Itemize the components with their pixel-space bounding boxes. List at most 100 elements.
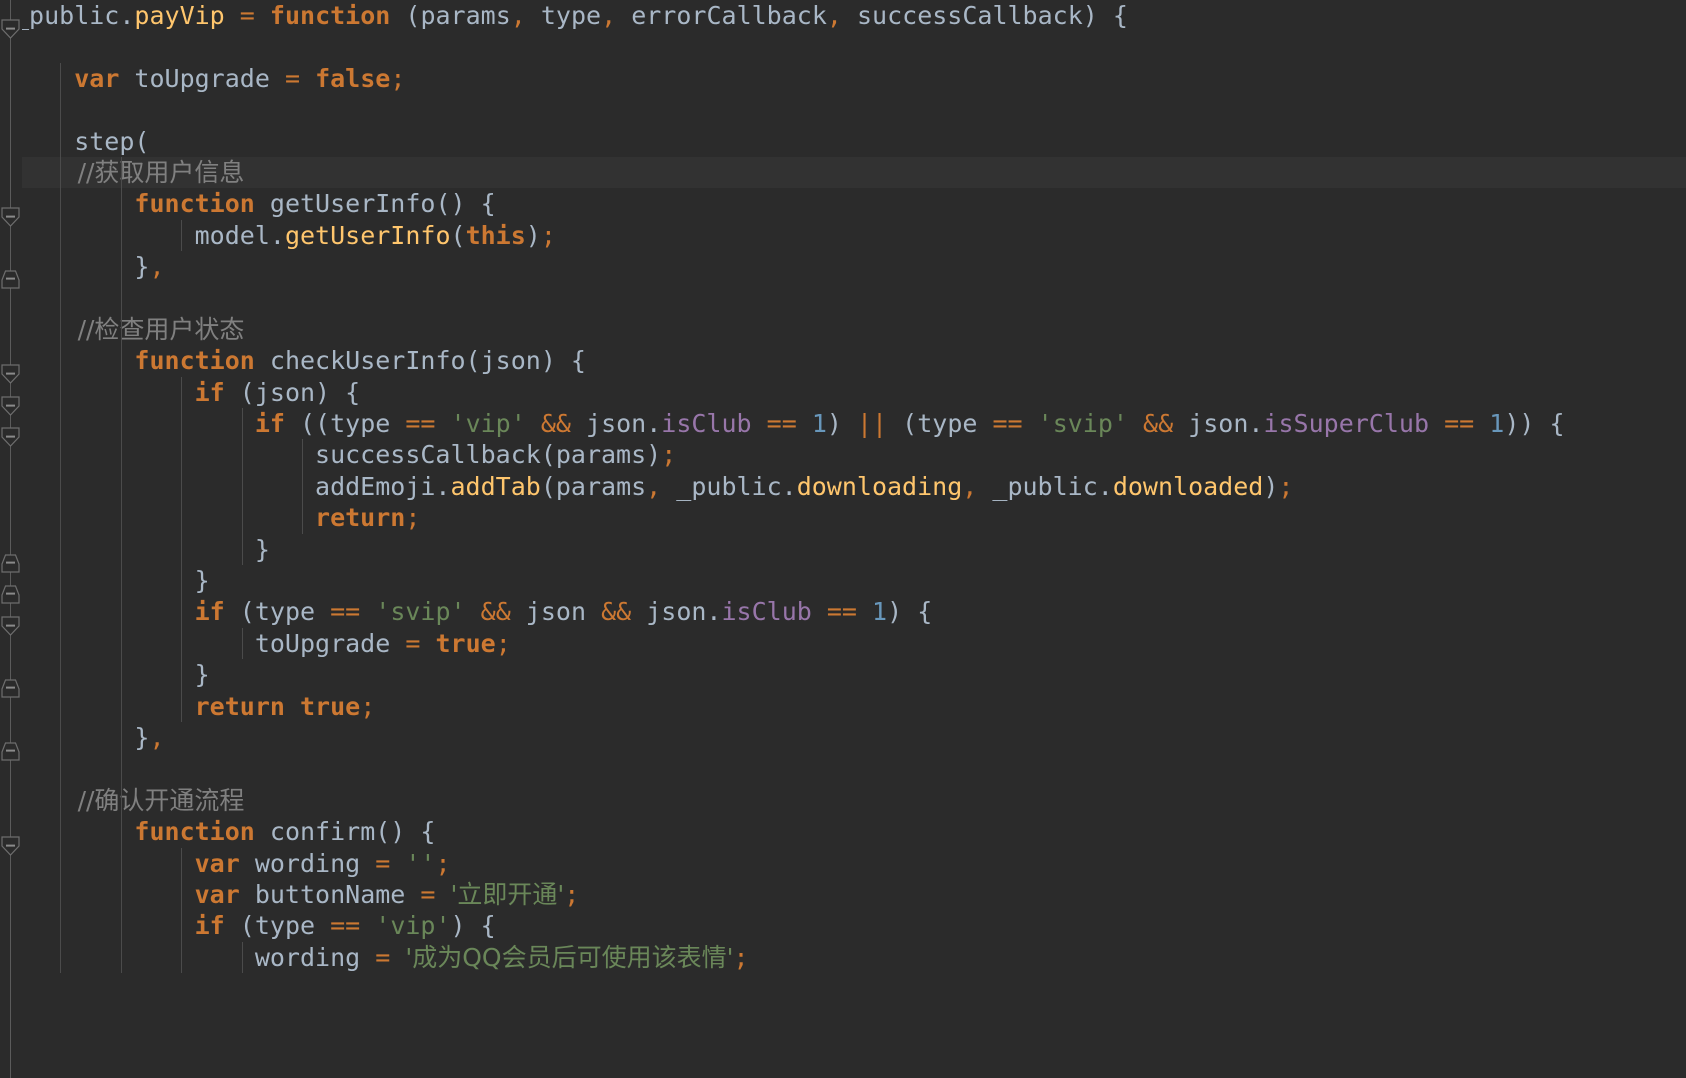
token-def bbox=[14, 817, 134, 846]
token-kw: false bbox=[315, 63, 391, 93]
code-line[interactable]: }, bbox=[0, 721, 1686, 754]
gutter-rail bbox=[10, 0, 11, 1078]
token-def: step( bbox=[14, 126, 150, 156]
token-def: ) { bbox=[450, 911, 496, 941]
indent-guide bbox=[121, 282, 122, 314]
code-line[interactable]: return; bbox=[0, 502, 1686, 534]
token-def: (json) { bbox=[224, 377, 361, 407]
code-editor-view[interactable]: _public.payVip = function (params, type,… bbox=[0, 0, 1686, 1078]
token-def bbox=[14, 378, 195, 407]
token-fn: payVip bbox=[134, 1, 225, 30]
token-semi: && bbox=[601, 597, 632, 627]
fold-arrow-up-icon[interactable] bbox=[0, 740, 21, 761]
indent-guide bbox=[121, 753, 122, 785]
token-semi: ; bbox=[360, 691, 376, 721]
code-line[interactable]: var buttonName = '立即开通'; bbox=[0, 878, 1686, 911]
token-semi: , bbox=[826, 1, 842, 30]
token-semi: = bbox=[375, 848, 391, 878]
token-def: toUpgrade bbox=[119, 63, 285, 93]
token-str: '立即开通' bbox=[450, 879, 565, 909]
code-line[interactable]: return true; bbox=[0, 690, 1686, 722]
token-def: getUserInfo() { bbox=[254, 189, 496, 219]
token-def bbox=[857, 597, 872, 626]
token-semi: && bbox=[540, 409, 571, 439]
code-line[interactable]: model.getUserInfo(this); bbox=[0, 219, 1686, 252]
fold-arrow-down-icon[interactable] bbox=[0, 206, 21, 227]
token-semi: , bbox=[601, 1, 617, 30]
code-line[interactable]: //获取用户信息 bbox=[0, 156, 1686, 189]
code-line[interactable]: function getUserInfo() { bbox=[0, 188, 1686, 220]
code-line[interactable] bbox=[0, 31, 1686, 62]
code-line[interactable] bbox=[0, 753, 1686, 785]
code-line[interactable]: function confirm() { bbox=[0, 816, 1686, 848]
token-kw: true bbox=[300, 691, 361, 721]
code-line[interactable]: addEmoji.addTab(params, _public.download… bbox=[0, 470, 1686, 503]
token-def bbox=[420, 629, 435, 658]
code-line[interactable]: wording = '成为QQ会员后可使用该表情'; bbox=[0, 941, 1686, 974]
token-def: ((type bbox=[284, 409, 406, 439]
token-kw: function bbox=[134, 817, 255, 847]
token-def bbox=[360, 911, 375, 940]
token-def bbox=[14, 64, 74, 93]
fold-arrow-up-icon[interactable] bbox=[0, 677, 21, 698]
token-kw: if bbox=[194, 911, 225, 941]
token-num: 1 bbox=[1489, 409, 1505, 439]
token-def: errorCallback bbox=[616, 1, 827, 30]
code-line[interactable]: if (type == 'vip') { bbox=[0, 910, 1686, 942]
fold-arrow-down-icon[interactable] bbox=[0, 363, 21, 384]
token-def bbox=[14, 503, 315, 532]
token-semi: || bbox=[857, 409, 888, 439]
token-def: } bbox=[14, 534, 270, 564]
token-def: } bbox=[14, 722, 150, 752]
fold-arrow-up-icon[interactable] bbox=[0, 583, 21, 604]
code-line[interactable]: } bbox=[0, 659, 1686, 691]
code-line[interactable]: _public.payVip = function (params, type,… bbox=[0, 0, 1686, 31]
fold-arrow-up-icon[interactable] bbox=[0, 268, 21, 289]
code-line[interactable]: toUpgrade = true; bbox=[0, 627, 1686, 660]
token-def bbox=[797, 409, 812, 438]
folding-gutter[interactable] bbox=[0, 0, 22, 1078]
fold-arrow-down-icon[interactable] bbox=[0, 835, 21, 856]
code-line[interactable]: successCallback(params); bbox=[0, 439, 1686, 471]
token-def bbox=[1128, 409, 1143, 438]
token-def bbox=[1429, 409, 1444, 438]
code-line[interactable]: } bbox=[0, 565, 1686, 597]
token-def: _public. bbox=[14, 1, 135, 30]
token-def: buttonName bbox=[239, 879, 421, 909]
token-str: 'svip' bbox=[375, 597, 466, 627]
code-line[interactable] bbox=[0, 94, 1686, 126]
fold-arrow-down-icon[interactable] bbox=[0, 426, 21, 447]
token-semi: ; bbox=[540, 220, 556, 250]
code-line[interactable]: //确认开通流程 bbox=[0, 784, 1686, 817]
token-semi: , bbox=[149, 252, 165, 282]
code-line[interactable]: function checkUserInfo(json) { bbox=[0, 345, 1686, 377]
token-def: ( bbox=[450, 220, 466, 250]
code-line[interactable]: if ((type == 'vip' && json.isClub == 1) … bbox=[0, 408, 1686, 440]
token-def: } bbox=[14, 252, 150, 282]
code-line[interactable]: var wording = ''; bbox=[0, 847, 1686, 879]
token-kw: return bbox=[194, 691, 285, 721]
code-line[interactable]: } bbox=[0, 533, 1686, 566]
fold-arrow-up-icon[interactable] bbox=[0, 552, 21, 573]
token-fn: downloaded bbox=[1112, 471, 1264, 501]
code-line[interactable]: var toUpgrade = false; bbox=[0, 62, 1686, 95]
token-kw: function bbox=[134, 189, 255, 219]
code-line[interactable]: if (type == 'svip' && json && json.isClu… bbox=[0, 596, 1686, 628]
token-semi: ; bbox=[661, 440, 677, 470]
token-semi: && bbox=[1143, 409, 1174, 439]
code-line[interactable]: step( bbox=[0, 125, 1686, 157]
code-line[interactable]: if (json) { bbox=[0, 376, 1686, 409]
token-def: successCallback) { bbox=[841, 1, 1128, 30]
fold-arrow-down-icon[interactable] bbox=[0, 615, 21, 636]
token-def: json. bbox=[1173, 409, 1264, 439]
code-line[interactable] bbox=[0, 282, 1686, 314]
fold-arrow-down-icon[interactable] bbox=[0, 18, 21, 39]
token-def bbox=[14, 189, 134, 218]
token-str: '成为QQ会员后可使用该表情' bbox=[405, 942, 734, 972]
token-def bbox=[14, 597, 195, 626]
code-line[interactable]: }, bbox=[0, 251, 1686, 283]
fold-arrow-down-icon[interactable] bbox=[0, 395, 21, 416]
token-kw: function bbox=[134, 346, 255, 376]
code-area[interactable]: _public.payVip = function (params, type,… bbox=[0, 0, 1686, 1078]
code-line[interactable]: //检查用户状态 bbox=[0, 313, 1686, 346]
